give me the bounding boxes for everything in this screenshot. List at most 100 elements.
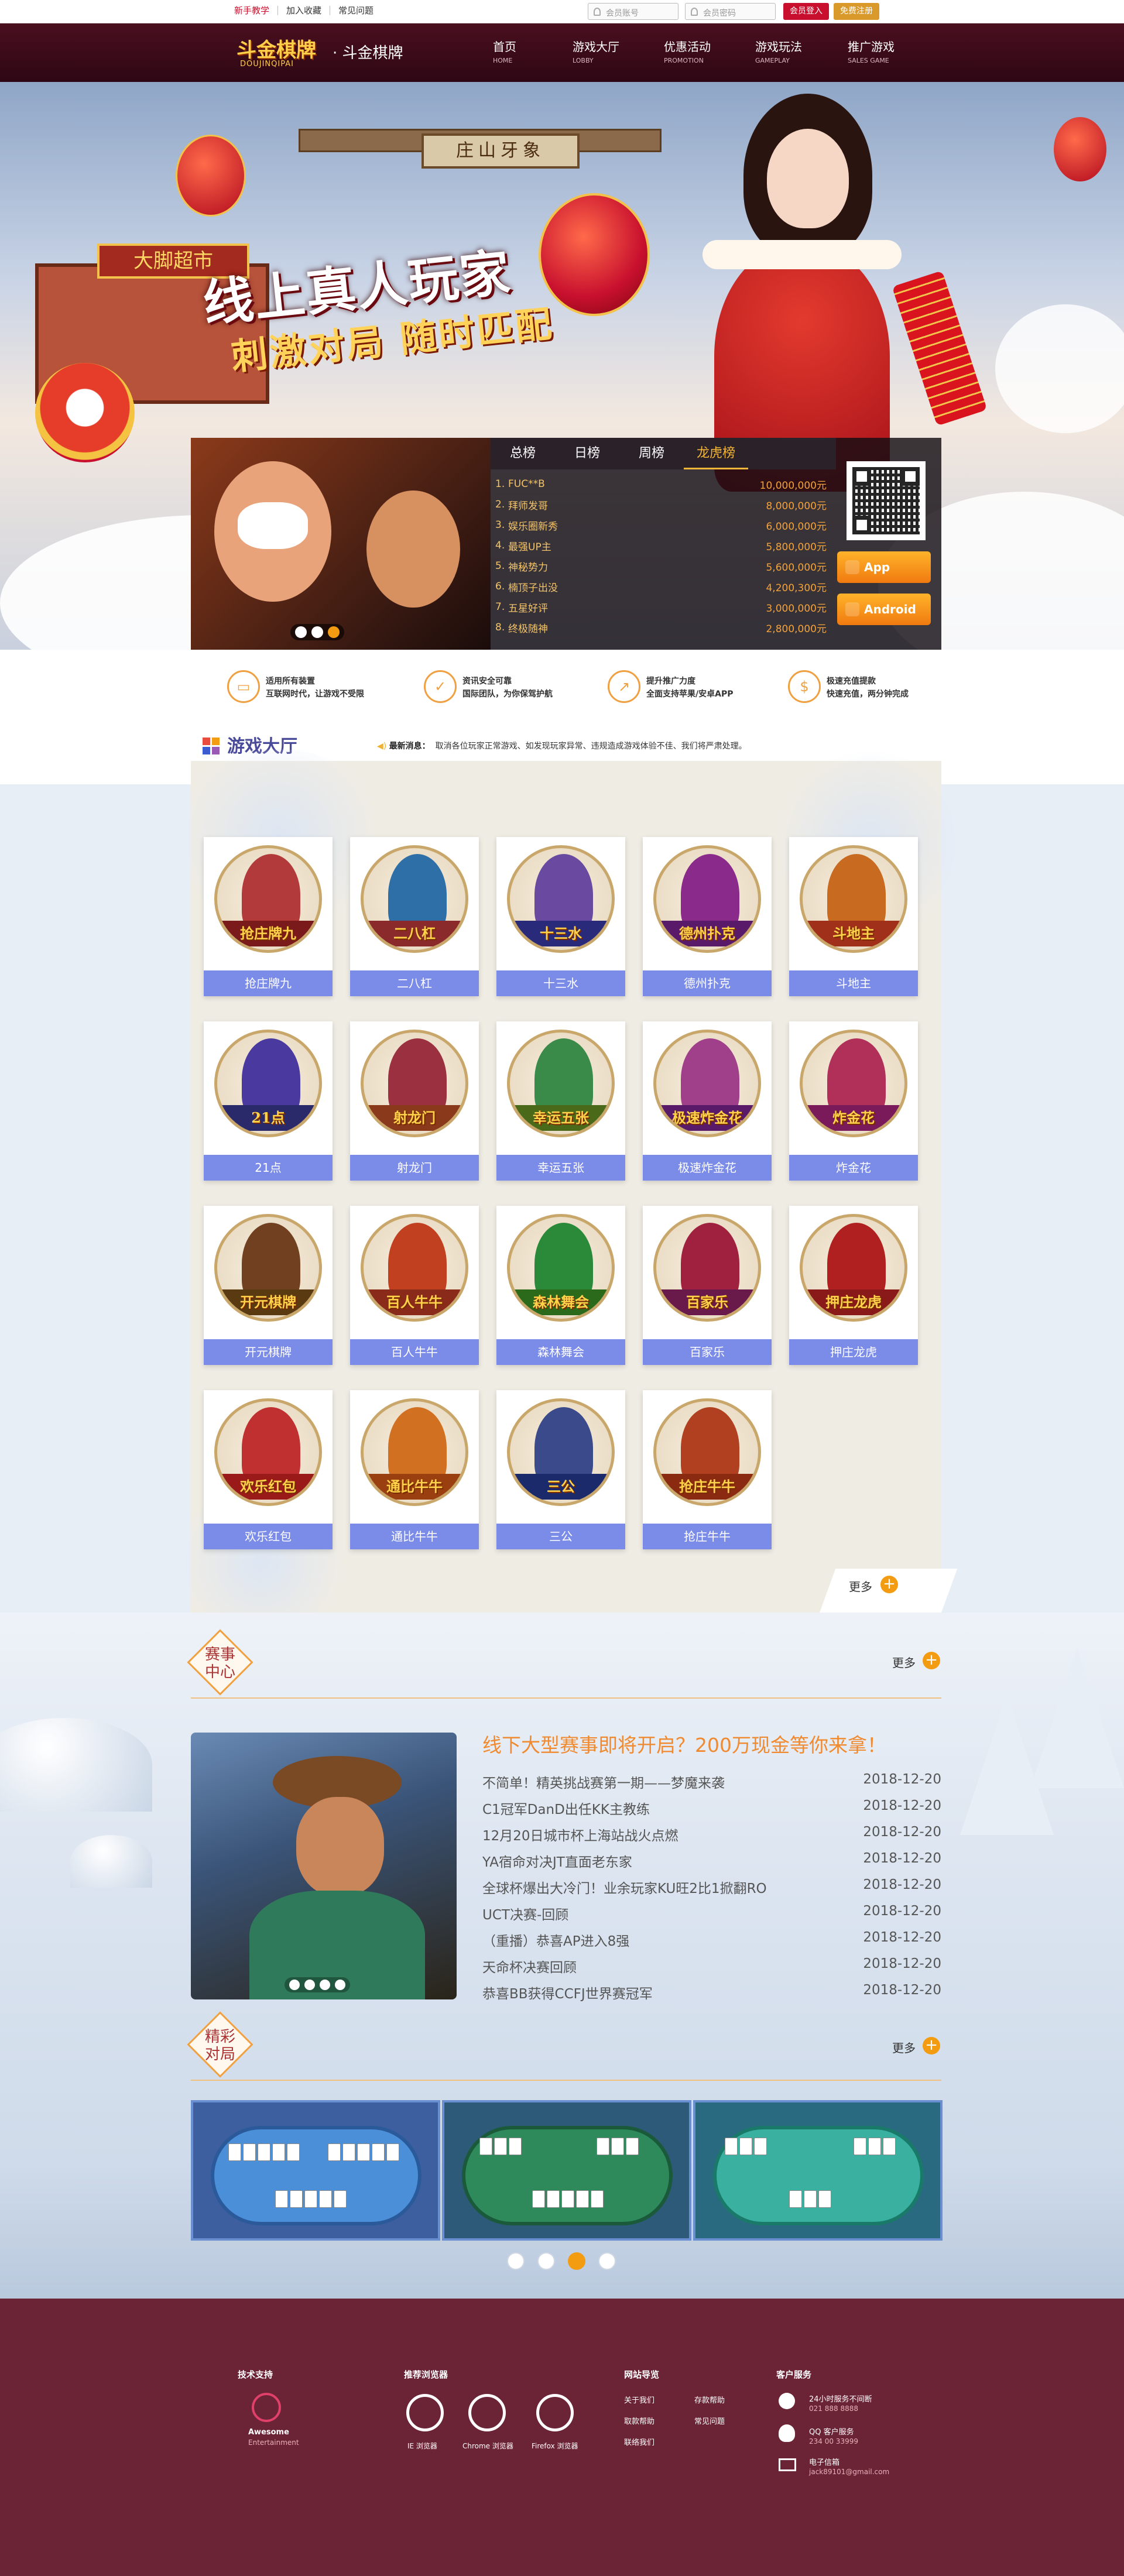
browser-label[interactable]: Firefox 浏览器 xyxy=(532,2441,578,2451)
match-screenshot[interactable] xyxy=(191,2100,440,2241)
game-card[interactable]: 抢庄牛牛 抢庄牛牛 xyxy=(643,1390,772,1549)
carousel-dot[interactable] xyxy=(311,626,323,638)
game-card[interactable]: 二八杠 二八杠 xyxy=(350,837,479,996)
footer-browser-title: 推荐浏览器 xyxy=(404,2369,448,2380)
footer-link[interactable]: 联络我们 xyxy=(624,2436,654,2447)
news-title: C1冠军DanD出任KK主教练 xyxy=(482,1802,650,1817)
service-label: QQ 客户服务 xyxy=(809,2428,854,2437)
firefox-icon[interactable] xyxy=(536,2394,574,2431)
login-button[interactable]: 会员登入 xyxy=(783,3,829,20)
plus-icon[interactable]: + xyxy=(923,2037,940,2054)
snow-tree xyxy=(995,304,1124,433)
footer-link[interactable]: 取款帮助 xyxy=(624,2415,654,2426)
matches-more-link[interactable]: 更多 xyxy=(892,2039,916,2056)
footer-link[interactable]: 关于我们 xyxy=(624,2394,654,2405)
carousel-dot[interactable] xyxy=(295,626,307,638)
password-input[interactable]: 会员密码 xyxy=(685,3,776,20)
game-lobby: 抢庄牌九 抢庄牌九 二八杠 二八杠 十三水 十三水 德州扑克 德州扑克 斗地主 斗地主 21点 21点… xyxy=(167,749,964,1633)
game-card[interactable]: 斗地主 斗地主 xyxy=(789,837,918,996)
player-winnings: 8,000,000元 xyxy=(766,500,827,512)
chrome-icon[interactable] xyxy=(468,2394,506,2431)
nav-lobby[interactable]: 游戏大厅 LOBBY xyxy=(573,37,619,64)
game-thumbnail: 押庄龙虎 xyxy=(800,1214,907,1322)
plus-icon[interactable]: + xyxy=(923,1652,940,1669)
nav-promotion[interactable]: 优惠活动 PROMOTION xyxy=(664,37,711,64)
event-headline[interactable]: 线下大型赛事即将开启？200万现金等你来拿！ xyxy=(482,1730,886,1758)
divider xyxy=(191,1697,941,1699)
rank-number: 8. xyxy=(495,622,505,633)
game-card[interactable]: 射龙门 射龙门 xyxy=(350,1021,479,1181)
game-card[interactable]: 开元棋牌 开元棋牌 xyxy=(204,1206,333,1365)
tab-total[interactable]: 总榜 xyxy=(491,438,555,469)
game-card[interactable]: 德州扑克 德州扑克 xyxy=(643,837,772,996)
nav-home[interactable]: 首页 HOME xyxy=(493,37,516,64)
register-button[interactable]: 免费注册 xyxy=(834,3,879,20)
news-item[interactable]: 全球杯爆出大冷门！业余玩家KU旺2比1掀翻RO 2018-12-20 xyxy=(482,1877,941,1896)
nav-gameplay[interactable]: 游戏玩法 GAMEPLAY xyxy=(755,37,802,64)
app-store-button[interactable]: App Seore xyxy=(837,551,931,606)
lobby-more-link[interactable]: 更多 xyxy=(849,1577,872,1594)
game-card[interactable]: 通比牛牛 通比牛牛 xyxy=(350,1390,479,1549)
browser-label[interactable]: Chrome 浏览器 xyxy=(462,2441,513,2451)
news-item[interactable]: 天命杯决赛回顾 2018-12-20 xyxy=(482,1956,941,1975)
news-item[interactable]: 不简单！精英挑战赛第一期——梦魔来袭 2018-12-20 xyxy=(482,1772,941,1791)
news-date: 2018-12-20 xyxy=(863,1877,941,1892)
tab-dragon-tiger[interactable]: 龙虎榜 xyxy=(684,438,748,469)
pager-dot[interactable] xyxy=(598,2252,616,2270)
game-card[interactable]: 百人牛牛 百人牛牛 xyxy=(350,1206,479,1365)
news-item[interactable]: 12月20日城市杯上海站战火点燃 2018-12-20 xyxy=(482,1824,941,1844)
news-item[interactable]: 恭喜BB获得CCFJ世界赛冠军 2018-12-20 xyxy=(482,1982,941,2002)
service-email[interactable]: jack89101@gmail.com xyxy=(809,2468,889,2476)
event-image[interactable] xyxy=(191,1733,457,1999)
footer-link[interactable]: 存款帮助 xyxy=(694,2394,725,2405)
tab-weekly[interactable]: 周榜 xyxy=(619,438,684,469)
carousel-dot[interactable] xyxy=(289,1980,300,1990)
game-logo-text: 森林舞会 xyxy=(510,1289,612,1315)
match-screenshot[interactable] xyxy=(442,2100,691,2241)
account-input[interactable]: 会员账号 xyxy=(588,3,678,20)
game-card[interactable]: 押庄龙虎 押庄龙虎 xyxy=(789,1206,918,1365)
game-card[interactable]: 21点 21点 xyxy=(204,1021,333,1181)
game-card[interactable]: 极速炸金花 极速炸金花 xyxy=(643,1021,772,1181)
carousel-dot[interactable] xyxy=(335,1980,345,1990)
footer xyxy=(0,2299,1124,2576)
game-logo-text: 抢庄牛牛 xyxy=(656,1474,758,1500)
game-card[interactable]: 百家乐 百家乐 xyxy=(643,1206,772,1365)
game-card[interactable]: 幸运五张 幸运五张 xyxy=(496,1021,625,1181)
carousel-dot[interactable] xyxy=(320,1980,330,1990)
game-card[interactable]: 欢乐红包 欢乐红包 xyxy=(204,1390,333,1549)
top-link-faq[interactable]: 常见问题 xyxy=(330,6,382,15)
pager-dot[interactable] xyxy=(537,2252,555,2270)
news-item[interactable]: YA宿命对决JT直面老东家 2018-12-20 xyxy=(482,1851,941,1870)
events-more-link[interactable]: 更多 xyxy=(892,1654,916,1671)
top-link-favorite[interactable]: 加入收藏 xyxy=(277,6,330,15)
game-thumbnail: 德州扑克 xyxy=(653,845,761,953)
game-card[interactable]: 三公 三公 xyxy=(496,1390,625,1549)
footer-link[interactable]: 常见问题 xyxy=(694,2415,725,2426)
match-screenshot[interactable] xyxy=(693,2100,943,2241)
top-link-tutorial[interactable]: 新手教学 xyxy=(234,6,277,15)
news-item[interactable]: C1冠军DanD出任KK主教练 2018-12-20 xyxy=(482,1798,941,1817)
game-card[interactable]: 十三水 十三水 xyxy=(496,837,625,996)
plus-icon[interactable]: + xyxy=(880,1576,898,1593)
pager-dot-active[interactable] xyxy=(568,2252,585,2270)
android-button[interactable]: Android xyxy=(837,594,931,625)
ie-icon[interactable] xyxy=(406,2394,444,2431)
news-item[interactable]: （重播）恭喜AP进入8强 2018-12-20 xyxy=(482,1930,941,1949)
game-card[interactable]: 抢庄牌九 抢庄牌九 xyxy=(204,837,333,996)
pager-dot[interactable] xyxy=(507,2252,525,2270)
carousel-dot[interactable] xyxy=(304,1980,315,1990)
nav-sales-game[interactable]: 推广游戏 SALES GAME xyxy=(848,37,895,64)
browser-label[interactable]: IE 浏览器 xyxy=(407,2441,437,2451)
game-thumbnail: 森林舞会 xyxy=(507,1214,615,1322)
news-date: 2018-12-20 xyxy=(863,1982,941,1998)
game-card[interactable]: 炸金花 炸金花 xyxy=(789,1021,918,1181)
game-card[interactable]: 森林舞会 森林舞会 xyxy=(496,1206,625,1365)
promo-carousel[interactable] xyxy=(191,438,491,650)
carousel-dot-active[interactable] xyxy=(328,626,340,638)
tab-daily[interactable]: 日榜 xyxy=(555,438,619,469)
site-logo[interactable]: 斗金棋牌 DOUJINQIPAI xyxy=(234,30,328,70)
game-logo-text: 百人牛牛 xyxy=(364,1289,465,1315)
news-item[interactable]: UCT决赛-回顾 2018-12-20 xyxy=(482,1903,941,1923)
shield-icon: ✓ xyxy=(424,670,457,703)
